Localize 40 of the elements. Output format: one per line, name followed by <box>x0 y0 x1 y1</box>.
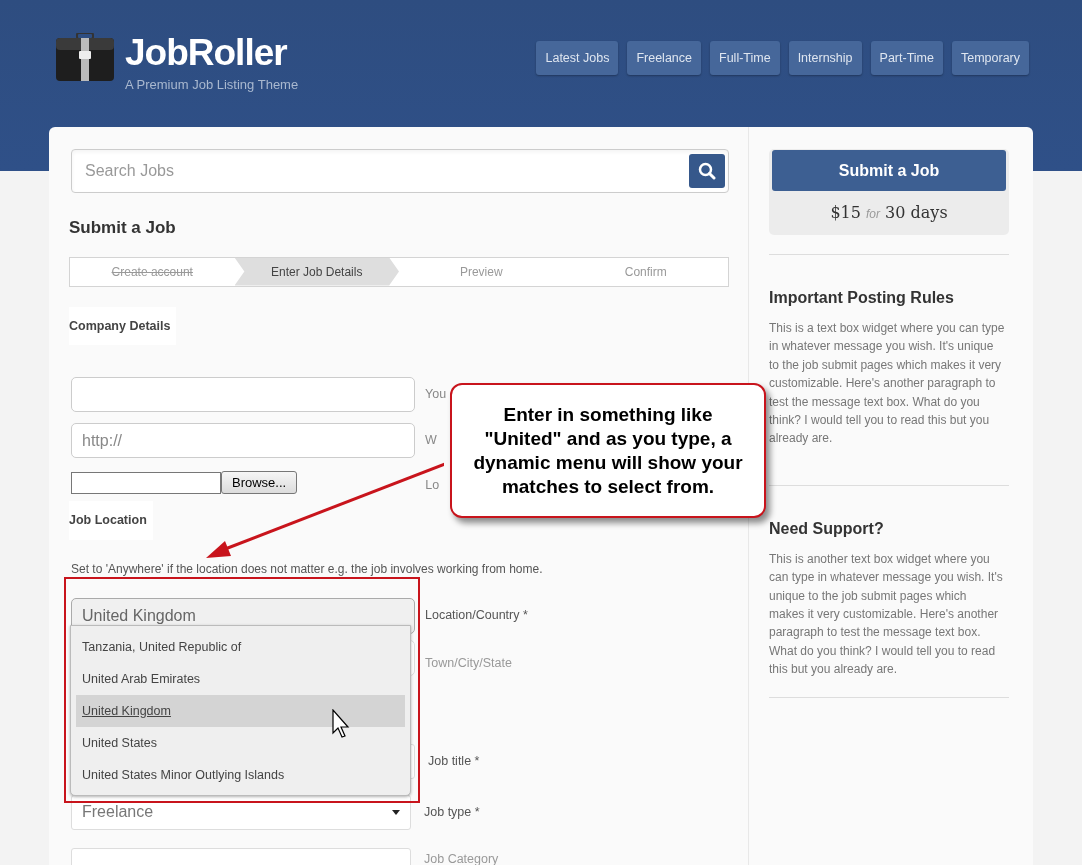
suggestion-item[interactable]: United Kingdom <box>76 695 405 727</box>
widget-title: Need Support? <box>769 518 885 539</box>
field-label: Lo <box>425 477 440 495</box>
page-title: Submit a Job <box>69 217 177 239</box>
nav-link[interactable]: Freelance <box>627 41 701 75</box>
location-hint: Set to 'Anywhere' if the location does not matter e.g. the job involves working from home. <box>71 560 544 578</box>
field-label: You <box>425 386 447 404</box>
step-tab[interactable]: Create account <box>70 257 235 286</box>
suggestion-item[interactable]: United Arab Emirates <box>76 663 405 695</box>
step-tab[interactable]: Enter Job Details <box>234 257 399 286</box>
section-heading: Job Location <box>69 501 153 540</box>
field-label: Town/City/State <box>425 654 512 672</box>
nav-link[interactable]: Internship <box>788 41 862 75</box>
widget-title: Important Posting Rules <box>769 288 955 308</box>
logo-title[interactable]: JobRoller <box>125 33 299 73</box>
field-label: Job title * <box>428 752 480 770</box>
section-heading: Company Details <box>69 306 177 346</box>
callout-tooltip: Enter in something like "United" and as you type, a dynamic menu will show your matches to select from. <box>450 383 766 518</box>
field-label: Location/Country * <box>425 606 528 624</box>
search-bar[interactable]: Search Jobs <box>71 149 729 193</box>
field-label: Job type * <box>424 803 480 821</box>
search-field[interactable]: Search Jobs <box>75 153 689 189</box>
nav-link[interactable]: Temporary <box>951 41 1029 75</box>
price-text: $15 for 30 days <box>829 202 949 224</box>
field-label: W <box>425 432 437 450</box>
suggestion-item[interactable]: United States <box>76 727 405 759</box>
tagline: A Premium Job Listing Theme <box>125 76 299 94</box>
nav-link[interactable]: Latest Jobs <box>536 41 619 75</box>
widget-text: This is a text box widget where you can type in whatever message you wish. It's unique to the job submit pages which makes it very customizable. Here's another paragraph to test the message text box. What do you think? I would tell you to read this but you already are. <box>769 320 1005 448</box>
widget-text: This is another text box widget where you can type in whatever message you wish. It's unique to the job submit pages which makes it very customizable. Here's another paragraph to test the message text box. What do you think? I would tell you to read this but you already are. <box>769 550 1004 679</box>
step-tab[interactable]: Confirm <box>563 257 728 286</box>
submit-job-button[interactable]: Submit a Job <box>772 150 1006 191</box>
text-input-field[interactable]: http:// <box>71 423 415 459</box>
browse-button[interactable]: Browse... <box>221 471 298 495</box>
field-label: Job Category <box>424 850 499 865</box>
suggestion-item[interactable]: Tanzania, United Republic of <box>76 631 405 663</box>
nav-link[interactable]: Full-Time <box>710 41 780 75</box>
nav-link[interactable]: Part-Time <box>870 41 943 75</box>
step-tab[interactable]: Preview <box>399 257 564 286</box>
suggestion-item[interactable]: United States Minor Outlying Islands <box>76 759 405 791</box>
